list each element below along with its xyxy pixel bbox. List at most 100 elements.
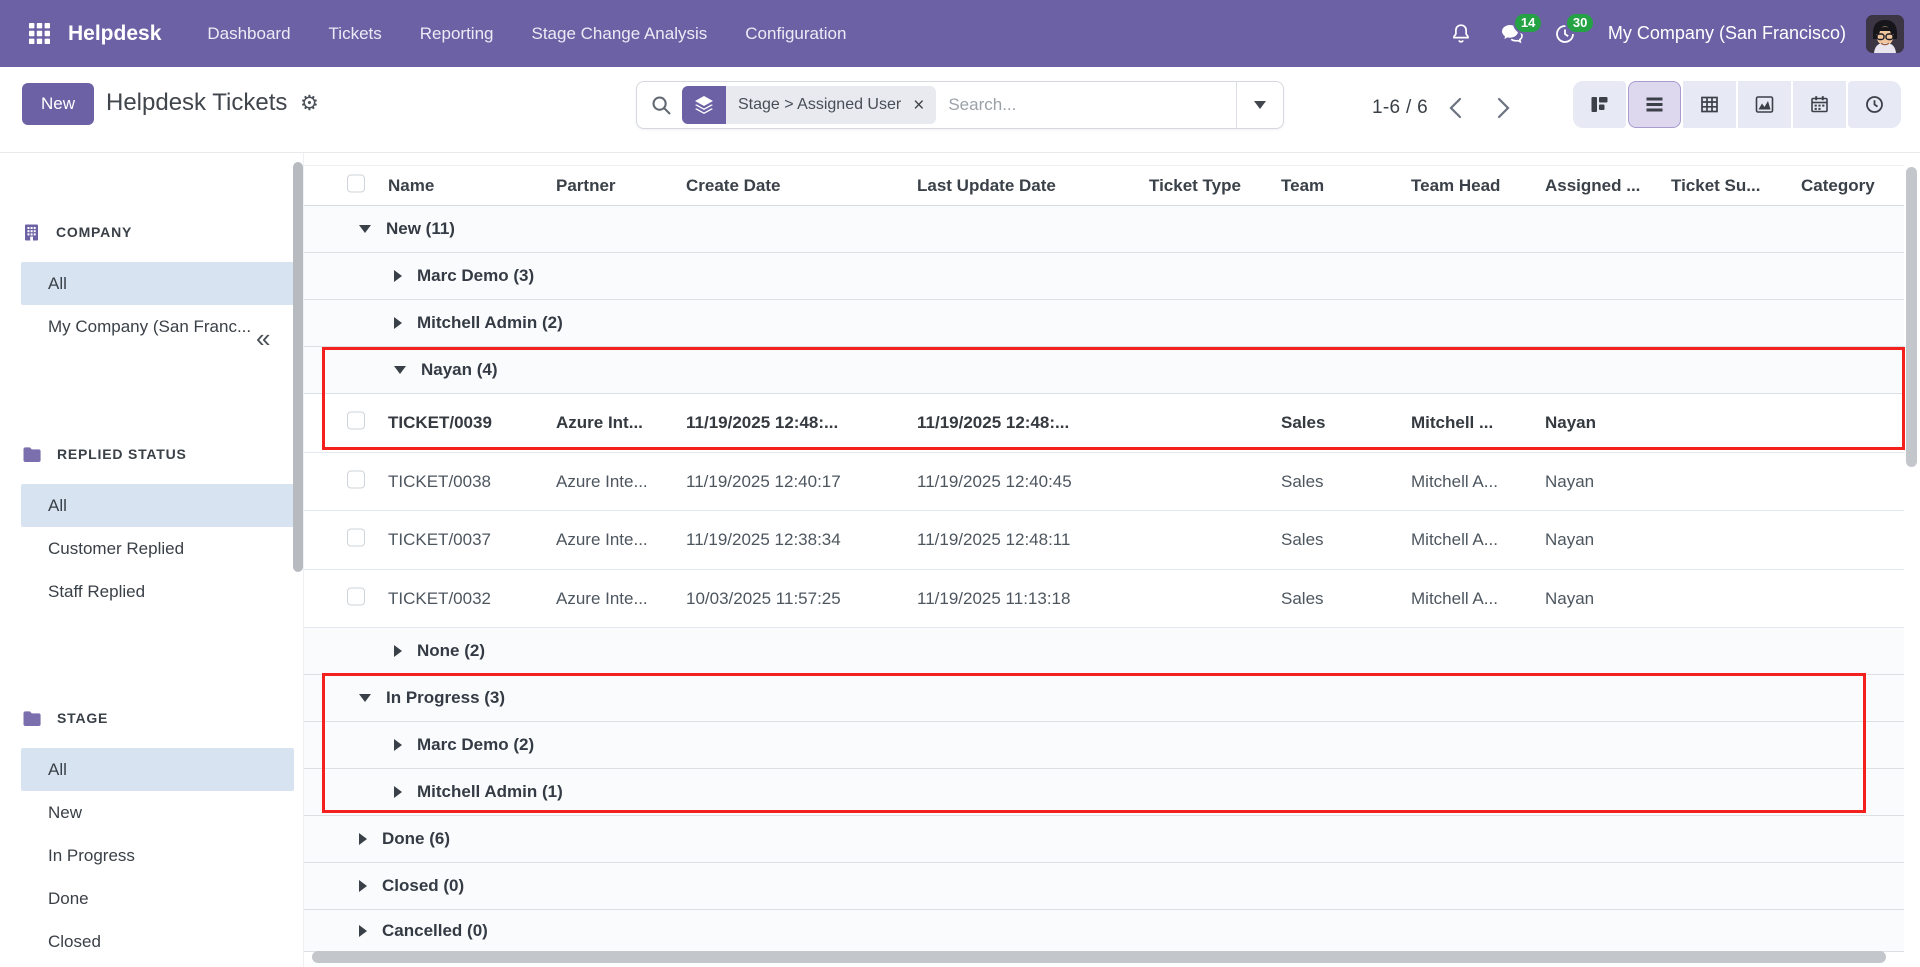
view-calendar-button[interactable]	[1793, 81, 1846, 128]
sidebar-item-stage-closed[interactable]: Closed	[21, 920, 294, 963]
cell-name: TICKET/0039	[388, 413, 492, 433]
search-bar[interactable]: Stage > Assigned User ×	[636, 81, 1284, 129]
sidebar-item-customer-replied[interactable]: Customer Replied	[21, 527, 294, 570]
sidebar-section-company: COMPANY All My Company (San Franc...	[0, 214, 303, 348]
pager: 1-6 / 6	[1372, 91, 1524, 125]
column-header-last-update-date[interactable]: Last Update Date	[917, 176, 1056, 196]
column-header-ticket-type[interactable]: Ticket Type	[1149, 176, 1241, 196]
caret-right-icon	[394, 786, 402, 798]
ticket-row-0032[interactable]: TICKET/0032 Azure Inte... 10/03/2025 11:…	[304, 570, 1904, 628]
group-label: Closed (0)	[382, 876, 464, 896]
group-row-done[interactable]: Done (6)	[304, 816, 1904, 863]
group-row-cancelled[interactable]: Cancelled (0)	[304, 910, 1904, 952]
vertical-scrollbar[interactable]	[1906, 167, 1917, 467]
column-header-ticket-subject[interactable]: Ticket Su...	[1671, 176, 1760, 196]
cell-last-update-date: 11/19/2025 12:40:45	[917, 472, 1072, 492]
group-row-in-progress-marc-demo[interactable]: Marc Demo (2)	[304, 722, 1904, 769]
list-icon	[1644, 94, 1665, 115]
row-checkbox[interactable]	[347, 470, 365, 488]
cell-create-date: 11/19/2025 12:40:17	[686, 472, 841, 492]
cell-team: Sales	[1281, 589, 1324, 609]
ticket-row-0039[interactable]: TICKET/0039 Azure Int... 11/19/2025 12:4…	[304, 394, 1904, 453]
building-icon	[22, 223, 41, 242]
cell-partner: Azure Int...	[556, 413, 643, 433]
calendar-icon	[1809, 94, 1830, 115]
facet-remove-icon[interactable]: ×	[913, 96, 924, 115]
view-pivot-button[interactable]	[1683, 81, 1736, 128]
sidebar-item-stage-new[interactable]: New	[21, 791, 294, 834]
column-header-team[interactable]: Team	[1281, 176, 1324, 196]
view-activity-button[interactable]	[1848, 81, 1901, 128]
pager-previous-button[interactable]	[1436, 91, 1476, 125]
group-row-new-nayan[interactable]: Nayan (4)	[304, 347, 1904, 394]
view-settings-gear-icon[interactable]: ⚙	[300, 91, 319, 116]
group-label: Cancelled (0)	[382, 921, 488, 941]
view-graph-button[interactable]	[1738, 81, 1791, 128]
caret-right-icon	[359, 925, 367, 937]
select-all-checkbox[interactable]	[347, 174, 365, 192]
menu-reporting[interactable]: Reporting	[420, 24, 494, 44]
group-row-new-none[interactable]: None (2)	[304, 628, 1904, 675]
new-button[interactable]: New	[22, 83, 94, 125]
sidebar-item-stage-done[interactable]: Done	[21, 877, 294, 920]
sidebar-scrollbar[interactable]	[293, 162, 303, 572]
folder-icon	[22, 710, 42, 727]
group-row-in-progress[interactable]: In Progress (3)	[304, 675, 1904, 722]
cell-team: Sales	[1281, 530, 1324, 550]
row-checkbox[interactable]	[347, 412, 365, 430]
group-row-closed[interactable]: Closed (0)	[304, 863, 1904, 910]
menu-configuration[interactable]: Configuration	[745, 24, 846, 44]
notifications-bell-button[interactable]	[1446, 19, 1476, 49]
column-header-assigned[interactable]: Assigned ...	[1545, 176, 1640, 196]
sidebar-item-staff-replied[interactable]: Staff Replied	[21, 570, 294, 613]
column-header-partner[interactable]: Partner	[556, 176, 616, 196]
sidebar-item-stage-in-progress[interactable]: In Progress	[21, 834, 294, 877]
view-list-button[interactable]	[1628, 81, 1681, 128]
section-label: STAGE	[57, 710, 108, 726]
facet-body: Stage > Assigned User ×	[726, 86, 936, 124]
cell-name: TICKET/0032	[388, 589, 491, 609]
group-row-new-mitchell-admin[interactable]: Mitchell Admin (2)	[304, 300, 1904, 347]
messages-button[interactable]: 14	[1498, 19, 1528, 49]
column-header-category[interactable]: Category	[1801, 176, 1875, 196]
horizontal-scrollbar[interactable]	[312, 951, 1886, 963]
company-switcher[interactable]: My Company (San Francisco)	[1608, 23, 1846, 44]
cell-partner: Azure Inte...	[556, 472, 648, 492]
group-row-in-progress-mitchell-admin[interactable]: Mitchell Admin (1)	[304, 769, 1904, 816]
group-row-new-marc-demo[interactable]: Marc Demo (3)	[304, 253, 1904, 300]
caret-down-icon	[394, 366, 406, 374]
caret-right-icon	[394, 739, 402, 751]
menu-stage-change-analysis[interactable]: Stage Change Analysis	[531, 24, 707, 44]
pager-next-button[interactable]	[1484, 91, 1524, 125]
cell-partner: Azure Inte...	[556, 589, 648, 609]
row-checkbox[interactable]	[347, 587, 365, 605]
group-label: New (11)	[386, 219, 455, 239]
search-options-toggle[interactable]	[1236, 82, 1283, 128]
search-facet-stage-assigned-user[interactable]: Stage > Assigned User ×	[682, 86, 936, 124]
column-header-create-date[interactable]: Create Date	[686, 176, 781, 196]
column-header-name[interactable]: Name	[388, 176, 434, 196]
activities-button[interactable]: 30	[1550, 19, 1580, 49]
group-row-new[interactable]: New (11)	[304, 206, 1904, 253]
menu-dashboard[interactable]: Dashboard	[207, 24, 290, 44]
user-avatar[interactable]	[1866, 15, 1904, 53]
app-brand[interactable]: Helpdesk	[68, 22, 161, 46]
ticket-row-0037[interactable]: TICKET/0037 Azure Inte... 11/19/2025 12:…	[304, 511, 1904, 570]
sidebar-item-company-my-company[interactable]: My Company (San Franc...	[21, 305, 294, 348]
page-title: Helpdesk Tickets	[106, 89, 287, 117]
caret-down-icon	[359, 225, 371, 233]
view-kanban-button[interactable]	[1573, 81, 1626, 128]
ticket-row-0038[interactable]: TICKET/0038 Azure Inte... 11/19/2025 12:…	[304, 453, 1904, 511]
column-header-team-head[interactable]: Team Head	[1411, 176, 1500, 196]
section-header: COMPANY	[0, 214, 303, 250]
sidebar-item-company-all[interactable]: All	[21, 262, 294, 305]
search-input[interactable]	[936, 95, 1236, 115]
menu-tickets[interactable]: Tickets	[329, 24, 382, 44]
group-label: In Progress (3)	[386, 688, 505, 708]
cell-team-head: Mitchell A...	[1411, 589, 1498, 609]
sidebar-item-replied-all[interactable]: All	[21, 484, 294, 527]
caret-right-icon	[394, 645, 402, 657]
row-checkbox[interactable]	[347, 529, 365, 547]
sidebar-item-stage-all[interactable]: All	[21, 748, 294, 791]
apps-grid-icon[interactable]	[24, 19, 54, 49]
